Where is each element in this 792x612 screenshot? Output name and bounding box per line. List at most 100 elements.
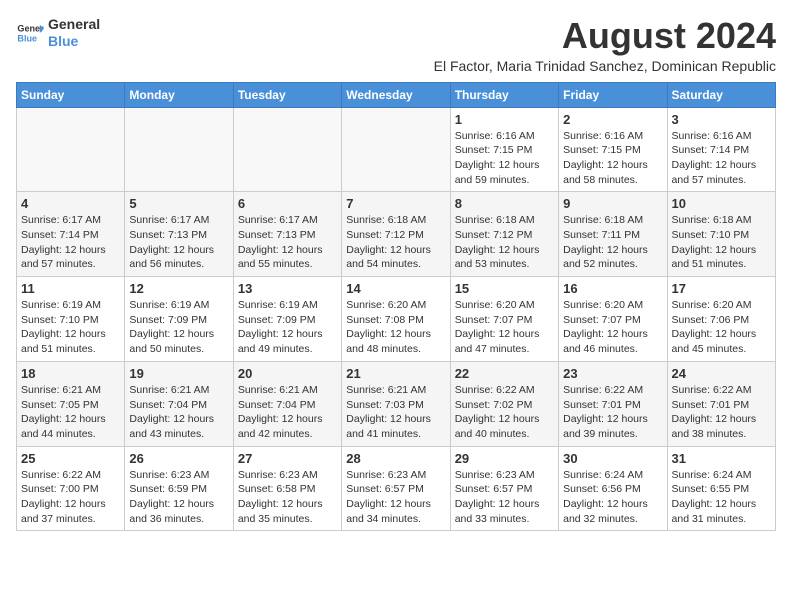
day-info: Sunrise: 6:18 AM Sunset: 7:12 PM Dayligh…: [346, 213, 445, 272]
day-info: Sunrise: 6:19 AM Sunset: 7:09 PM Dayligh…: [129, 298, 228, 357]
calendar-cell: 19 Sunrise: 6:21 AM Sunset: 7:04 PM Dayli…: [125, 361, 233, 446]
day-info: Sunrise: 6:21 AM Sunset: 7:04 PM Dayligh…: [129, 383, 228, 442]
calendar-cell: [342, 107, 450, 192]
day-number: 14: [346, 281, 445, 296]
day-info: Sunrise: 6:23 AM Sunset: 6:57 PM Dayligh…: [346, 468, 445, 527]
day-number: 8: [455, 196, 554, 211]
day-number: 21: [346, 366, 445, 381]
day-number: 4: [21, 196, 120, 211]
day-number: 11: [21, 281, 120, 296]
logo-icon: General Blue: [16, 19, 44, 47]
calendar-week-row: 25 Sunrise: 6:22 AM Sunset: 7:00 PM Dayli…: [17, 446, 776, 531]
calendar-cell: 30Sunrise: 6:24 AM Sunset: 6:56 PM Dayli…: [559, 446, 667, 531]
calendar-cell: 17Sunrise: 6:20 AM Sunset: 7:06 PM Dayli…: [667, 277, 775, 362]
day-info: Sunrise: 6:21 AM Sunset: 7:05 PM Dayligh…: [21, 383, 120, 442]
day-info: Sunrise: 6:18 AM Sunset: 7:10 PM Dayligh…: [672, 213, 771, 272]
svg-text:Blue: Blue: [17, 33, 37, 43]
calendar-cell: 13 Sunrise: 6:19 AM Sunset: 7:09 PM Dayli…: [233, 277, 341, 362]
calendar-cell: 10 Sunrise: 6:18 AM Sunset: 7:10 PM Dayli…: [667, 192, 775, 277]
calendar-cell: 20 Sunrise: 6:21 AM Sunset: 7:04 PM Dayli…: [233, 361, 341, 446]
calendar-cell: [233, 107, 341, 192]
calendar-cell: 28Sunrise: 6:23 AM Sunset: 6:57 PM Dayli…: [342, 446, 450, 531]
calendar-cell: 18 Sunrise: 6:21 AM Sunset: 7:05 PM Dayli…: [17, 361, 125, 446]
day-number: 27: [238, 451, 337, 466]
day-info: Sunrise: 6:22 AM Sunset: 7:01 PM Dayligh…: [672, 383, 771, 442]
calendar-table: SundayMondayTuesdayWednesdayThursdayFrid…: [16, 82, 776, 532]
calendar-header-wednesday: Wednesday: [342, 82, 450, 107]
day-info: Sunrise: 6:20 AM Sunset: 7:08 PM Dayligh…: [346, 298, 445, 357]
day-number: 16: [563, 281, 662, 296]
calendar-header-row: SundayMondayTuesdayWednesdayThursdayFrid…: [17, 82, 776, 107]
day-number: 6: [238, 196, 337, 211]
calendar-cell: 8 Sunrise: 6:18 AM Sunset: 7:12 PM Daylig…: [450, 192, 558, 277]
logo-text: General Blue: [48, 16, 100, 50]
day-number: 20: [238, 366, 337, 381]
day-info: Sunrise: 6:23 AM Sunset: 6:59 PM Dayligh…: [129, 468, 228, 527]
day-info: Sunrise: 6:17 AM Sunset: 7:13 PM Dayligh…: [238, 213, 337, 272]
logo: General Blue General Blue: [16, 16, 100, 50]
calendar-cell: 1 Sunrise: 6:16 AM Sunset: 7:15 PM Daylig…: [450, 107, 558, 192]
calendar-header-saturday: Saturday: [667, 82, 775, 107]
day-info: Sunrise: 6:16 AM Sunset: 7:14 PM Dayligh…: [672, 129, 771, 188]
day-number: 24: [672, 366, 771, 381]
day-number: 13: [238, 281, 337, 296]
calendar-cell: 3 Sunrise: 6:16 AM Sunset: 7:14 PM Daylig…: [667, 107, 775, 192]
calendar-header-friday: Friday: [559, 82, 667, 107]
calendar-header-monday: Monday: [125, 82, 233, 107]
calendar-cell: 25 Sunrise: 6:22 AM Sunset: 7:00 PM Dayli…: [17, 446, 125, 531]
day-info: Sunrise: 6:22 AM Sunset: 7:00 PM Dayligh…: [21, 468, 120, 527]
day-info: Sunrise: 6:20 AM Sunset: 7:07 PM Dayligh…: [455, 298, 554, 357]
calendar-cell: 9Sunrise: 6:18 AM Sunset: 7:11 PM Daylig…: [559, 192, 667, 277]
day-number: 19: [129, 366, 228, 381]
day-number: 29: [455, 451, 554, 466]
calendar-week-row: 11Sunrise: 6:19 AM Sunset: 7:10 PM Dayli…: [17, 277, 776, 362]
day-number: 25: [21, 451, 120, 466]
main-title: August 2024: [434, 16, 776, 56]
day-info: Sunrise: 6:22 AM Sunset: 7:02 PM Dayligh…: [455, 383, 554, 442]
day-info: Sunrise: 6:24 AM Sunset: 6:55 PM Dayligh…: [672, 468, 771, 527]
calendar-cell: 24 Sunrise: 6:22 AM Sunset: 7:01 PM Dayli…: [667, 361, 775, 446]
day-info: Sunrise: 6:18 AM Sunset: 7:12 PM Dayligh…: [455, 213, 554, 272]
day-info: Sunrise: 6:17 AM Sunset: 7:14 PM Dayligh…: [21, 213, 120, 272]
calendar-week-row: 4 Sunrise: 6:17 AM Sunset: 7:14 PM Daylig…: [17, 192, 776, 277]
day-info: Sunrise: 6:17 AM Sunset: 7:13 PM Dayligh…: [129, 213, 228, 272]
day-number: 15: [455, 281, 554, 296]
calendar-cell: 22 Sunrise: 6:22 AM Sunset: 7:02 PM Dayli…: [450, 361, 558, 446]
day-info: Sunrise: 6:19 AM Sunset: 7:09 PM Dayligh…: [238, 298, 337, 357]
day-number: 18: [21, 366, 120, 381]
calendar-cell: 21 Sunrise: 6:21 AM Sunset: 7:03 PM Dayli…: [342, 361, 450, 446]
calendar-header-thursday: Thursday: [450, 82, 558, 107]
day-info: Sunrise: 6:23 AM Sunset: 6:58 PM Dayligh…: [238, 468, 337, 527]
day-number: 31: [672, 451, 771, 466]
day-info: Sunrise: 6:24 AM Sunset: 6:56 PM Dayligh…: [563, 468, 662, 527]
subtitle: El Factor, Maria Trinidad Sanchez, Domin…: [434, 58, 776, 74]
day-number: 9: [563, 196, 662, 211]
calendar-cell: 31 Sunrise: 6:24 AM Sunset: 6:55 PM Dayli…: [667, 446, 775, 531]
calendar-cell: 6 Sunrise: 6:17 AM Sunset: 7:13 PM Daylig…: [233, 192, 341, 277]
day-number: 5: [129, 196, 228, 211]
calendar-cell: 15 Sunrise: 6:20 AM Sunset: 7:07 PM Dayli…: [450, 277, 558, 362]
day-number: 7: [346, 196, 445, 211]
day-number: 10: [672, 196, 771, 211]
day-number: 12: [129, 281, 228, 296]
day-info: Sunrise: 6:21 AM Sunset: 7:04 PM Dayligh…: [238, 383, 337, 442]
day-info: Sunrise: 6:22 AM Sunset: 7:01 PM Dayligh…: [563, 383, 662, 442]
day-info: Sunrise: 6:23 AM Sunset: 6:57 PM Dayligh…: [455, 468, 554, 527]
calendar-cell: 4 Sunrise: 6:17 AM Sunset: 7:14 PM Daylig…: [17, 192, 125, 277]
calendar-week-row: 1 Sunrise: 6:16 AM Sunset: 7:15 PM Daylig…: [17, 107, 776, 192]
day-number: 1: [455, 112, 554, 127]
day-number: 3: [672, 112, 771, 127]
day-info: Sunrise: 6:20 AM Sunset: 7:06 PM Dayligh…: [672, 298, 771, 357]
calendar-cell: 29 Sunrise: 6:23 AM Sunset: 6:57 PM Dayli…: [450, 446, 558, 531]
calendar-cell: 12 Sunrise: 6:19 AM Sunset: 7:09 PM Dayli…: [125, 277, 233, 362]
calendar-cell: [17, 107, 125, 192]
day-info: Sunrise: 6:16 AM Sunset: 7:15 PM Dayligh…: [455, 129, 554, 188]
day-number: 2: [563, 112, 662, 127]
calendar-header-tuesday: Tuesday: [233, 82, 341, 107]
day-info: Sunrise: 6:21 AM Sunset: 7:03 PM Dayligh…: [346, 383, 445, 442]
day-info: Sunrise: 6:16 AM Sunset: 7:15 PM Dayligh…: [563, 129, 662, 188]
day-number: 22: [455, 366, 554, 381]
calendar-cell: 16 Sunrise: 6:20 AM Sunset: 7:07 PM Dayli…: [559, 277, 667, 362]
day-info: Sunrise: 6:20 AM Sunset: 7:07 PM Dayligh…: [563, 298, 662, 357]
day-number: 26: [129, 451, 228, 466]
